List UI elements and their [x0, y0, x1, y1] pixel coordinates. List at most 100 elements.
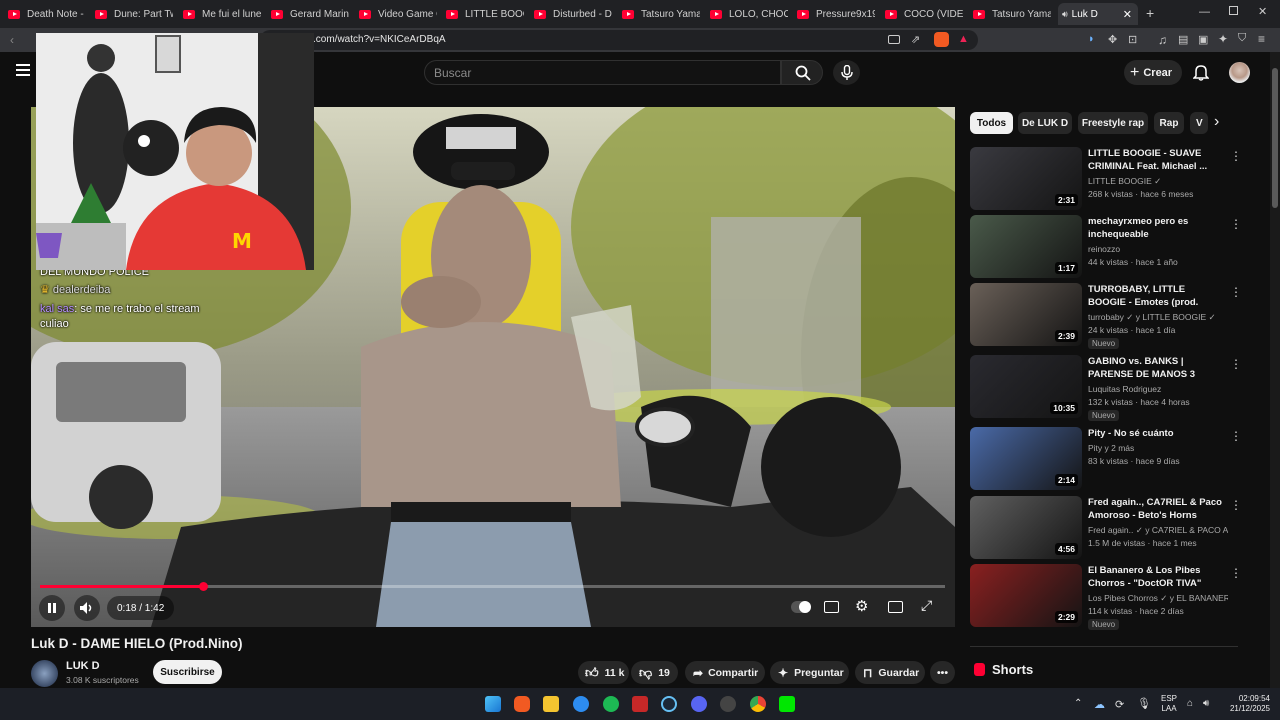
sync-icon[interactable]: ⟳	[1115, 698, 1124, 711]
video-thumbnail[interactable]: 1:17	[970, 215, 1082, 278]
recommendation-item[interactable]: 2:39 TURROBABY, LITTLE BOOGIE - Emotes (…	[970, 283, 1245, 349]
autoplay-toggle[interactable]	[791, 601, 811, 613]
browser-tab[interactable]: Gerard Marino	[271, 3, 349, 25]
subscribe-button[interactable]: Suscribirse	[153, 660, 222, 684]
recommendation-channel[interactable]: turrobaby ✓ y LITTLE BOOGIE ✓	[1088, 312, 1228, 323]
browser-tab-active[interactable]: 🔊︎ Luk D ✕	[1058, 3, 1138, 25]
recommendation-title[interactable]: TURROBABY, LITTLE BOOGIE - Emotes (prod.…	[1088, 283, 1223, 309]
recommendation-channel[interactable]: LITTLE BOOGIE ✓	[1088, 176, 1228, 187]
discord-icon[interactable]	[691, 696, 707, 712]
recommendation-item[interactable]: 10:35 GABINO vs. BANKS | PARENSE DE MANO…	[970, 355, 1245, 421]
browser-tab[interactable]: COCO (VIDEO C	[885, 3, 963, 25]
recommendation-item[interactable]: 2:31 LITTLE BOOGIE - SUAVE CRIMINAL Feat…	[970, 147, 1245, 211]
channel-name[interactable]: LUK D	[66, 660, 100, 672]
music-icon[interactable]: ♫	[1158, 33, 1167, 47]
chevron-up-icon[interactable]: ⌃	[1074, 698, 1082, 709]
menu-icon[interactable]: ≡	[1258, 32, 1265, 46]
create-button[interactable]: + Crear	[1124, 60, 1182, 85]
vpn-shield-icon[interactable]: ⛉	[1238, 32, 1246, 45]
leo-ai-icon[interactable]: ✦	[1218, 32, 1228, 46]
kebab-menu-icon[interactable]: ⋮	[1230, 566, 1242, 580]
close-window-icon[interactable]: ✕	[1258, 5, 1267, 18]
ask-button[interactable]: ✦ Preguntar	[770, 661, 849, 684]
network-icon[interactable]: ⌂	[1187, 698, 1193, 709]
wallet-icon[interactable]: ▣	[1198, 33, 1208, 46]
cloud-icon[interactable]: ☁	[1094, 698, 1105, 711]
subtitles-icon[interactable]	[824, 601, 839, 613]
system-clock[interactable]: 02:09:54 21/12/2025	[1226, 694, 1270, 714]
app-icon[interactable]	[720, 696, 736, 712]
chip-rap[interactable]: Rap	[1154, 112, 1184, 134]
windows-start-icon[interactable]	[485, 696, 501, 712]
search-button[interactable]	[781, 60, 823, 85]
maximize-icon[interactable]	[1229, 6, 1238, 15]
recommendation-item[interactable]: 1:17 mechayrxmeo pero es inchequeable re…	[970, 215, 1245, 279]
fullscreen-icon[interactable]: ⤢	[921, 597, 932, 614]
video-thumbnail[interactable]: 10:35	[970, 355, 1082, 418]
recommendation-channel[interactable]: Los Pibes Chorros ✓ y EL BANANERO O...	[1088, 593, 1228, 604]
hamburger-menu-icon[interactable]	[16, 64, 30, 76]
bing-icon[interactable]	[573, 696, 589, 712]
channel-avatar[interactable]	[31, 660, 58, 687]
screenshot-icon[interactable]: ⊡	[1128, 33, 1137, 46]
recommendation-channel[interactable]: Luquitas Rodriguez	[1088, 384, 1228, 394]
microphone-icon[interactable]: 🎙︎	[1137, 697, 1151, 710]
close-tab-icon[interactable]: ✕	[1123, 8, 1132, 21]
back-icon[interactable]: ‹	[10, 33, 14, 47]
progress-scrubber[interactable]	[198, 582, 208, 591]
spotify-icon[interactable]	[603, 696, 619, 712]
video-thumbnail[interactable]: 2:31	[970, 147, 1082, 210]
recommendation-title[interactable]: LITTLE BOOGIE - SUAVE CRIMINAL Feat. Mic…	[1088, 147, 1223, 173]
dislike-button[interactable]: 👎︎ 19	[631, 661, 678, 684]
keyboard-language[interactable]: ESP LAA	[1161, 694, 1177, 714]
steam-icon[interactable]	[661, 696, 677, 712]
chip-freestyle-rap[interactable]: Freestyle rap	[1078, 112, 1148, 134]
minimize-icon[interactable]: —	[1199, 6, 1210, 18]
chrome-icon[interactable]	[750, 696, 766, 712]
cast-icon[interactable]	[888, 35, 900, 44]
video-thumbnail[interactable]: 2:39	[970, 283, 1082, 346]
brave-browser-icon[interactable]	[514, 696, 530, 712]
kebab-menu-icon[interactable]: ⋮	[1230, 285, 1242, 299]
notifications-bell-icon[interactable]	[1193, 64, 1209, 81]
recommendation-item[interactable]: 4:56 Fred again.., CA7RIEL & Paco Amoros…	[970, 496, 1245, 560]
chip-partial[interactable]: V	[1190, 112, 1208, 134]
brave-shield-icon[interactable]	[934, 32, 949, 47]
video-thumbnail[interactable]: 4:56	[970, 496, 1082, 559]
video-thumbnail[interactable]: 2:14	[970, 427, 1082, 490]
browser-tab[interactable]: Me fui el lunes	[183, 3, 261, 25]
recommendation-channel[interactable]: Pity y 2 más	[1088, 443, 1228, 453]
recommendation-title[interactable]: mechayrxmeo pero es inchequeable	[1088, 215, 1223, 241]
browser-tab[interactable]: Dune: Part Two	[95, 3, 173, 25]
recommendation-item[interactable]: 2:14 Pity - No sé cuánto Pity y 2 más 83…	[970, 427, 1245, 491]
sync-icon[interactable]: ◗	[1088, 33, 1095, 45]
voice-search-button[interactable]	[833, 60, 860, 85]
browser-tab[interactable]: LITTLE BOOGIE	[446, 3, 524, 25]
volume-icon[interactable]: 🔊︎	[1203, 698, 1209, 709]
browser-tab[interactable]: LOLO, CHOOSE	[710, 3, 788, 25]
kebab-menu-icon[interactable]: ⋮	[1230, 429, 1242, 443]
recommendation-title[interactable]: GABINO vs. BANKS | PARENSE DE MANOS 3 #P…	[1088, 355, 1223, 381]
app-icon[interactable]	[632, 696, 648, 712]
recommendation-item[interactable]: 2:29 El Bananero & Los Pibes Chorros - "…	[970, 564, 1245, 630]
kick-icon[interactable]	[779, 696, 795, 712]
kebab-menu-icon[interactable]: ⋮	[1230, 149, 1242, 163]
browser-tab[interactable]: Pressure9x19 -	[797, 3, 875, 25]
scrollbar-thumb[interactable]	[1272, 68, 1278, 208]
chip-de-luk-d[interactable]: De LUK D	[1018, 112, 1072, 134]
user-avatar[interactable]	[1229, 62, 1250, 83]
search-input[interactable]	[424, 60, 781, 85]
recommendation-channel[interactable]: reinozzo	[1088, 244, 1228, 254]
more-actions-button[interactable]: •••	[930, 661, 955, 684]
rewards-icon[interactable]: ▲	[958, 33, 969, 45]
browser-tab[interactable]: Death Note - C	[8, 3, 86, 25]
recommendation-title[interactable]: Fred again.., CA7RIEL & Paco Amoroso - B…	[1088, 496, 1223, 522]
sidebar-icon[interactable]: ▤	[1178, 33, 1188, 46]
volume-button[interactable]	[74, 595, 100, 621]
browser-tab[interactable]: Tatsuro Yamash	[973, 3, 1051, 25]
share-button[interactable]: ➦ Compartir	[685, 661, 765, 684]
chevron-right-icon[interactable]: ›	[1214, 113, 1219, 131]
video-thumbnail[interactable]: 2:29	[970, 564, 1082, 627]
chip-todos[interactable]: Todos	[970, 112, 1013, 134]
recommendation-channel[interactable]: Fred again.. ✓ y CA7RIEL & PACO AMO...	[1088, 525, 1228, 536]
